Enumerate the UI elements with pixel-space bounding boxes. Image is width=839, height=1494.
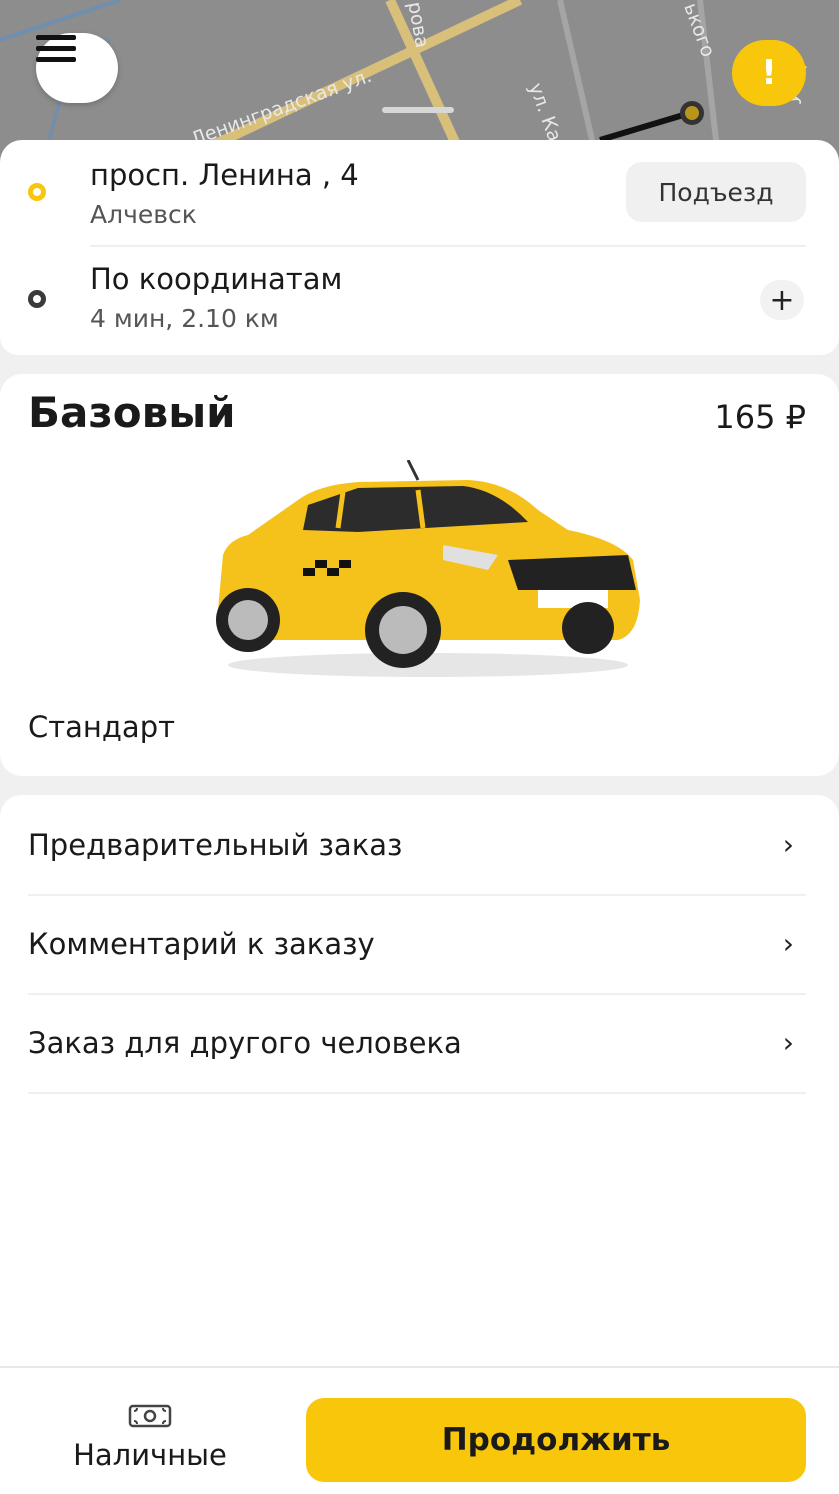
plus-icon: + <box>769 282 795 318</box>
payment-method-label: Наличные <box>73 1438 227 1472</box>
option-order-for-other[interactable]: Заказ для другого человека › <box>28 993 806 1094</box>
bottom-action-bar: Наличные Продолжить <box>0 1366 839 1494</box>
trip-eta-distance: 4 мин, 2.10 км <box>90 304 279 333</box>
entrance-button[interactable]: Подъезд <box>626 162 806 222</box>
taxi-car-image <box>216 460 640 677</box>
tariff-card[interactable]: Базовый 165 ₽ Стандарт <box>0 374 839 776</box>
chevron-right-icon: › <box>782 828 794 861</box>
pickup-dot-icon <box>28 183 46 201</box>
exclamation-icon: ! <box>761 53 777 93</box>
tariff-description: Стандарт <box>28 710 175 744</box>
option-label: Комментарий к заказу <box>28 926 375 961</box>
alert-button[interactable]: ! <box>732 40 806 106</box>
chevron-right-icon: › <box>782 927 794 960</box>
payment-method-button[interactable]: Наличные <box>40 1402 260 1482</box>
option-label: Предварительный заказ <box>28 827 403 862</box>
continue-button[interactable]: Продолжить <box>306 1398 806 1482</box>
add-stop-button[interactable]: + <box>760 280 804 320</box>
tariff-price: 165 ₽ <box>714 398 806 436</box>
route-from-row[interactable]: просп. Ленина , 4 Алчевск Подъезд <box>0 140 839 245</box>
sheet-drag-handle[interactable] <box>382 107 454 113</box>
destination-dot-icon <box>28 290 46 308</box>
cash-icon <box>128 1404 172 1428</box>
menu-button[interactable] <box>36 33 118 103</box>
option-label: Заказ для другого человека <box>28 1025 462 1060</box>
tariff-name: Базовый <box>28 388 236 437</box>
pickup-address: просп. Ленина , 4 <box>90 158 359 192</box>
hamburger-menu-icon <box>36 35 76 62</box>
chevron-right-icon: › <box>782 1026 794 1059</box>
route-to-row[interactable]: По координатам 4 мин, 2.10 км <box>0 247 839 355</box>
route-card: просп. Ленина , 4 Алчевск Подъезд По коо… <box>0 140 839 355</box>
pickup-city: Алчевск <box>90 200 197 229</box>
option-order-comment[interactable]: Комментарий к заказу › <box>28 894 806 995</box>
option-scheduled-order[interactable]: Предварительный заказ › <box>28 795 806 896</box>
destination-address: По координатам <box>90 262 343 296</box>
order-options-card: Предварительный заказ › Комментарий к за… <box>0 795 839 1375</box>
